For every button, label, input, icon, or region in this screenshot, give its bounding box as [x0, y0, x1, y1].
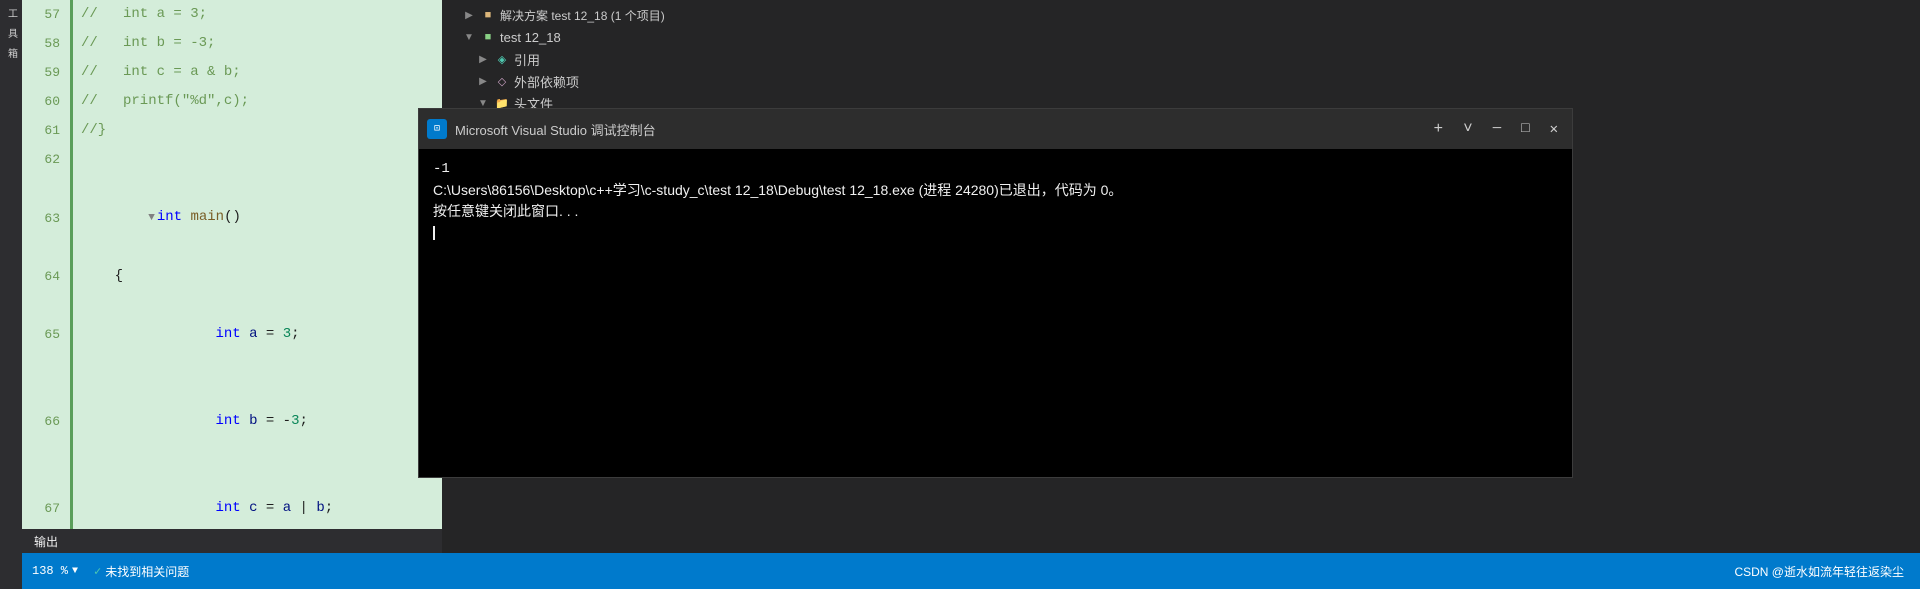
tree-arrow-project: ▼ [462, 32, 476, 43]
toolbar-icon-3[interactable]: 箱 [2, 44, 20, 62]
check-label: 未找到相关问题 [105, 563, 189, 580]
console-cursor [433, 226, 435, 240]
console-minimize-button[interactable]: ─ [1487, 119, 1507, 139]
line-number-61: 61 [22, 116, 70, 145]
bottom-status-bar: CSDN @逝水如流年轻往返染尘 [442, 553, 1920, 589]
toolbar-icon-2[interactable]: 具 [2, 24, 20, 42]
line-code-64: { [73, 262, 123, 291]
tree-arrow-dep: ▶ [476, 76, 490, 87]
console-title: Microsoft Visual Studio 调试控制台 [455, 120, 1420, 139]
tree-arrow-header: ▼ [476, 98, 490, 109]
line-code-62 [73, 145, 89, 174]
code-line-58: 58 // int b = -3; [22, 29, 442, 58]
solution-label: 解决方案 test 12_18 (1 个项目) [500, 7, 665, 24]
line-number-63: 63 [22, 204, 70, 233]
line-code-61: //} [73, 116, 106, 145]
code-content: 57 // int a = 3; 58 // int b = -3; 59 //… [22, 0, 442, 589]
console-maximize-button[interactable]: □ [1515, 119, 1535, 139]
console-output-value: -1 [433, 159, 1558, 180]
console-window: ⊡ Microsoft Visual Studio 调试控制台 + ˅ ─ □ … [418, 108, 1573, 478]
line-number-60: 60 [22, 87, 70, 116]
ref-icon: ◈ [494, 51, 510, 67]
line-code-58: // int b = -3; [73, 29, 215, 58]
project-icon: ■ [480, 29, 496, 45]
code-line-62: 62 [22, 145, 442, 174]
left-toolbar: 工 具 箱 [0, 0, 22, 589]
line-number-65: 65 [22, 320, 70, 349]
console-body: -1 C:\Users\86156\Desktop\c++学习\c-study_… [419, 149, 1572, 477]
code-line-63: 63 ▼int main() [22, 174, 442, 262]
zoom-dropdown-icon[interactable]: ▼ [72, 566, 78, 577]
tree-arrow-ref: ▶ [476, 54, 490, 65]
check-icon: ✓ [94, 564, 101, 579]
zoom-value: 138 % [32, 564, 68, 578]
line-number-59: 59 [22, 58, 70, 87]
line-number-64: 64 [22, 262, 70, 291]
tree-item-external-dep[interactable]: ▶ ◇ 外部依赖项 [442, 70, 1920, 92]
tree-item-project[interactable]: ▼ ■ test 12_18 [442, 26, 1920, 48]
line-code-66: int b = -3; [73, 378, 308, 465]
code-line-66: 66 int b = -3; [22, 378, 442, 465]
line-number-58: 58 [22, 29, 70, 58]
check-status: ✓ 未找到相关问题 [94, 563, 189, 580]
ref-label: 引用 [514, 50, 540, 69]
line-code-57: // int a = 3; [73, 0, 207, 29]
code-line-65: 65 int a = 3; [22, 291, 442, 378]
console-titlebar: ⊡ Microsoft Visual Studio 调试控制台 + ˅ ─ □ … [419, 109, 1572, 149]
line-number-66: 66 [22, 407, 70, 436]
console-dropdown-button[interactable]: ˅ [1457, 118, 1479, 140]
console-close-hint: 按任意键关闭此窗口. . . [433, 201, 1558, 222]
tree-item-solution[interactable]: ▶ ■ 解决方案 test 12_18 (1 个项目) [442, 4, 1920, 26]
csdn-label: CSDN @逝水如流年轻往返染尘 [1734, 563, 1904, 580]
code-line-57: 57 // int a = 3; [22, 0, 442, 29]
console-app-icon: ⊡ [427, 119, 447, 139]
dep-label: 外部依赖项 [514, 72, 579, 91]
line-code-59: // int c = a & b; [73, 58, 241, 87]
line-code-65: int a = 3; [73, 291, 300, 378]
code-editor: 57 // int a = 3; 58 // int b = -3; 59 //… [22, 0, 442, 589]
console-close-button[interactable]: ✕ [1544, 119, 1564, 140]
tree-arrow-solution: ▶ [462, 10, 476, 21]
code-line-64: 64 { [22, 262, 442, 291]
zoom-control[interactable]: 138 % ▼ [32, 564, 78, 578]
console-add-button[interactable]: + [1428, 118, 1450, 140]
solution-icon: ■ [480, 7, 496, 23]
line-number-62: 62 [22, 145, 70, 174]
line-number-57: 57 [22, 0, 70, 29]
line-code-63: ▼int main() [73, 174, 241, 262]
console-path-line: C:\Users\86156\Desktop\c++学习\c-study_c\t… [433, 180, 1558, 201]
project-label: test 12_18 [500, 30, 561, 45]
status-bar: 138 % ▼ ✓ 未找到相关问题 [22, 553, 442, 589]
line-number-67: 67 [22, 494, 70, 523]
line-code-60: // printf("%d",c); [73, 87, 249, 116]
output-tab-label[interactable]: 输出 [34, 533, 58, 550]
toolbar-icon-1[interactable]: 工 [2, 4, 20, 22]
code-line-61: 61 //} [22, 116, 442, 145]
code-line-60: 60 // printf("%d",c); [22, 87, 442, 116]
output-tab-bar: 输出 [22, 529, 442, 553]
tree-item-ref[interactable]: ▶ ◈ 引用 [442, 48, 1920, 70]
dep-icon: ◇ [494, 73, 510, 89]
code-line-59: 59 // int c = a & b; [22, 58, 442, 87]
